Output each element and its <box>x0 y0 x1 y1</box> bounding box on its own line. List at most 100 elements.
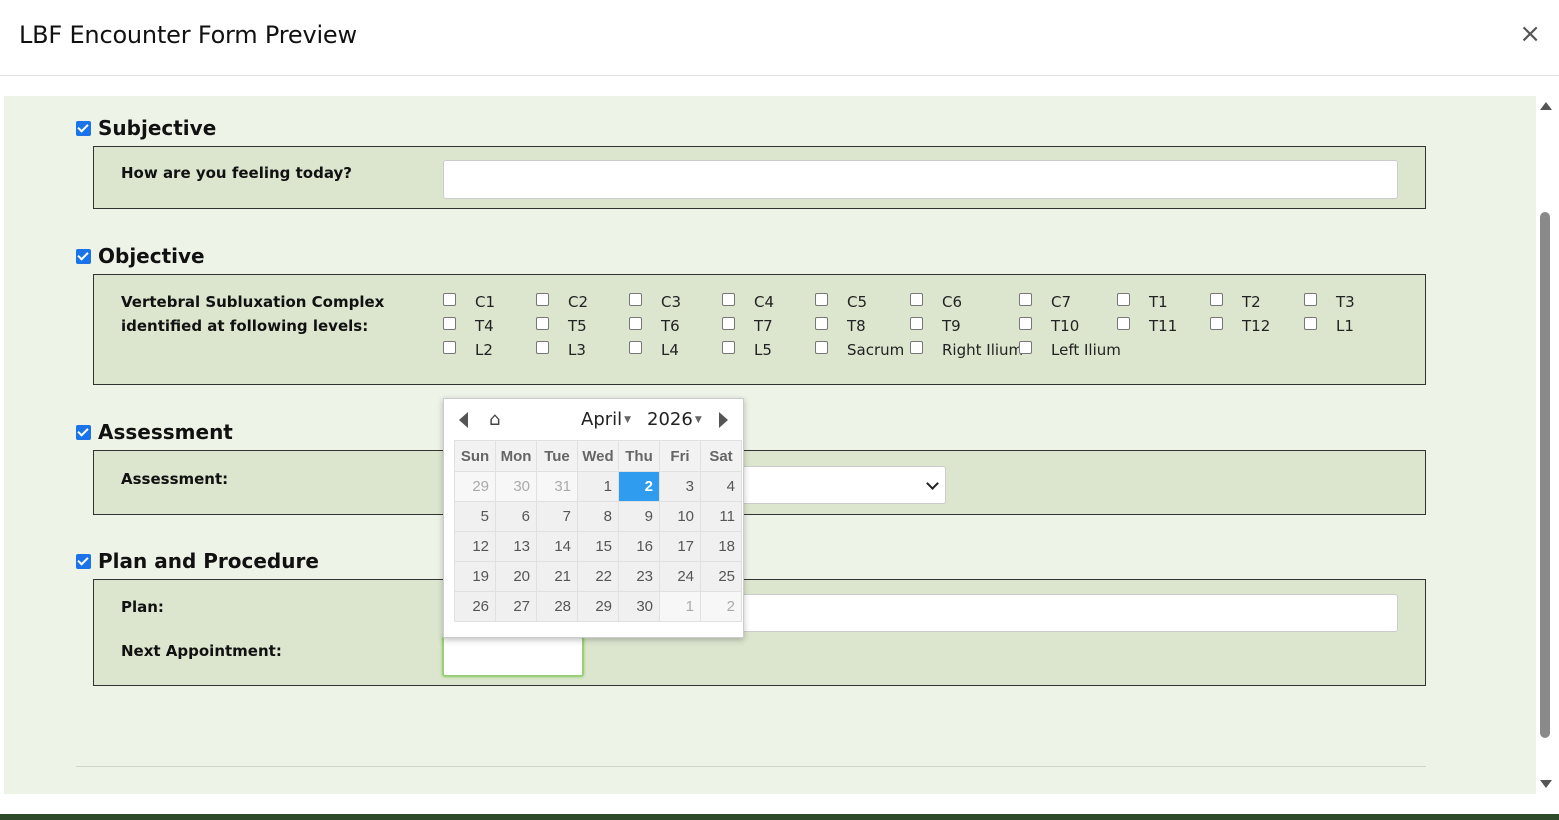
calendar-day[interactable]: 30 <box>495 471 537 502</box>
calendar-week: 12 13 14 15 16 17 18 <box>454 531 742 562</box>
level-checkbox[interactable] <box>629 317 642 330</box>
calendar-day[interactable]: 18 <box>700 531 742 562</box>
calendar-day[interactable]: 29 <box>454 471 496 502</box>
level-label: C7 <box>1051 293 1072 311</box>
level-checkbox[interactable] <box>536 293 549 306</box>
next-appointment-input[interactable] <box>442 636 584 677</box>
assessment-title: Assessment <box>98 420 233 444</box>
next-month-icon[interactable] <box>719 412 728 428</box>
calendar-day[interactable]: 1 <box>577 471 619 502</box>
level-checkbox[interactable] <box>1019 293 1032 306</box>
objective-checkbox[interactable] <box>76 248 91 264</box>
calendar-week: 19 20 21 22 23 24 25 <box>454 561 742 592</box>
feeling-input[interactable] <box>443 160 1398 199</box>
calendar-day[interactable]: 8 <box>577 501 619 532</box>
level-checkbox[interactable] <box>1019 317 1032 330</box>
level-checkbox[interactable] <box>536 317 549 330</box>
calendar-week: 26 27 28 29 30 1 2 <box>454 591 742 622</box>
weekday-header: Sat <box>700 440 742 472</box>
level-label: L3 <box>568 341 586 359</box>
level-checkbox[interactable] <box>815 341 828 354</box>
calendar-day[interactable]: 10 <box>659 501 701 532</box>
home-icon[interactable]: ⌂ <box>489 411 500 429</box>
level-label: T3 <box>1336 293 1355 311</box>
level-checkbox[interactable] <box>536 341 549 354</box>
scroll-up-icon[interactable] <box>1540 102 1552 110</box>
calendar-day[interactable]: 28 <box>536 591 578 622</box>
level-checkbox[interactable] <box>815 293 828 306</box>
level-label: Right Ilium <box>942 341 1024 359</box>
level-label: T12 <box>1242 317 1271 335</box>
level-label: L1 <box>1336 317 1354 335</box>
scrollbar[interactable] <box>1536 96 1556 794</box>
month-select[interactable]: April ▼ <box>581 409 631 430</box>
subjective-header: Subjective <box>76 116 216 140</box>
year-label: 2026 <box>647 409 693 430</box>
calendar-day[interactable]: 19 <box>454 561 496 592</box>
weekday-header: Wed <box>577 440 619 472</box>
calendar-day[interactable]: 2 <box>700 591 742 622</box>
level-checkbox[interactable] <box>910 293 923 306</box>
calendar-day[interactable]: 25 <box>700 561 742 592</box>
year-select[interactable]: 2026 ▼ <box>647 409 702 430</box>
plan-checkbox[interactable] <box>76 553 91 569</box>
calendar-day[interactable]: 15 <box>577 531 619 562</box>
calendar-day[interactable]: 6 <box>495 501 537 532</box>
level-label: L5 <box>754 341 772 359</box>
calendar-day[interactable]: 21 <box>536 561 578 592</box>
calendar-day[interactable]: 11 <box>700 501 742 532</box>
calendar-day[interactable]: 27 <box>495 591 537 622</box>
calendar-day[interactable]: 29 <box>577 591 619 622</box>
calendar-day[interactable]: 23 <box>618 561 660 592</box>
level-checkbox[interactable] <box>1304 317 1317 330</box>
calendar-day[interactable]: 4 <box>700 471 742 502</box>
level-checkbox[interactable] <box>443 293 456 306</box>
calendar-day[interactable]: 24 <box>659 561 701 592</box>
prev-month-icon[interactable] <box>459 412 468 428</box>
level-checkbox[interactable] <box>722 293 735 306</box>
calendar-day[interactable]: 13 <box>495 531 537 562</box>
plan-label: Plan: <box>121 598 164 616</box>
close-icon[interactable]: × <box>1519 20 1541 48</box>
level-checkbox[interactable] <box>443 317 456 330</box>
calendar-day[interactable]: 22 <box>577 561 619 592</box>
calendar-day[interactable]: 26 <box>454 591 496 622</box>
calendar-day[interactable]: 16 <box>618 531 660 562</box>
objective-group: Vertebral Subluxation Complex identified… <box>93 274 1426 385</box>
scroll-thumb[interactable] <box>1540 212 1550 738</box>
level-checkbox[interactable] <box>629 341 642 354</box>
level-checkbox[interactable] <box>910 317 923 330</box>
subjective-checkbox[interactable] <box>76 120 91 136</box>
level-label: T2 <box>1242 293 1261 311</box>
subjective-group: How are you feeling today? <box>93 146 1426 209</box>
level-checkbox[interactable] <box>1210 293 1223 306</box>
calendar-grid: Sun Mon Tue Wed Thu Fri Sat 29 30 31 1 2 3 4 5 6 7 8 9 10 1… <box>454 440 742 622</box>
level-checkbox[interactable] <box>815 317 828 330</box>
calendar-day[interactable]: 30 <box>618 591 660 622</box>
level-checkbox[interactable] <box>1210 317 1223 330</box>
calendar-day[interactable]: 17 <box>659 531 701 562</box>
calendar-day[interactable]: 12 <box>454 531 496 562</box>
calendar-day[interactable]: 3 <box>659 471 701 502</box>
calendar-day[interactable]: 7 <box>536 501 578 532</box>
assessment-checkbox[interactable] <box>76 424 91 440</box>
calendar-day[interactable]: 20 <box>495 561 537 592</box>
level-checkbox[interactable] <box>722 341 735 354</box>
calendar-day[interactable]: 9 <box>618 501 660 532</box>
calendar-day[interactable]: 2 <box>618 471 660 502</box>
level-checkbox[interactable] <box>722 317 735 330</box>
level-checkbox[interactable] <box>1117 293 1130 306</box>
level-checkbox[interactable] <box>910 341 923 354</box>
calendar-day[interactable]: 14 <box>536 531 578 562</box>
level-checkbox[interactable] <box>443 341 456 354</box>
level-checkbox[interactable] <box>629 293 642 306</box>
level-checkbox[interactable] <box>1304 293 1317 306</box>
level-checkbox[interactable] <box>1019 341 1032 354</box>
calendar-day[interactable]: 31 <box>536 471 578 502</box>
month-label: April <box>581 409 623 430</box>
scroll-down-icon[interactable] <box>1540 780 1552 788</box>
level-label: Sacrum <box>847 341 905 359</box>
calendar-day[interactable]: 5 <box>454 501 496 532</box>
calendar-day[interactable]: 1 <box>659 591 701 622</box>
level-checkbox[interactable] <box>1117 317 1130 330</box>
